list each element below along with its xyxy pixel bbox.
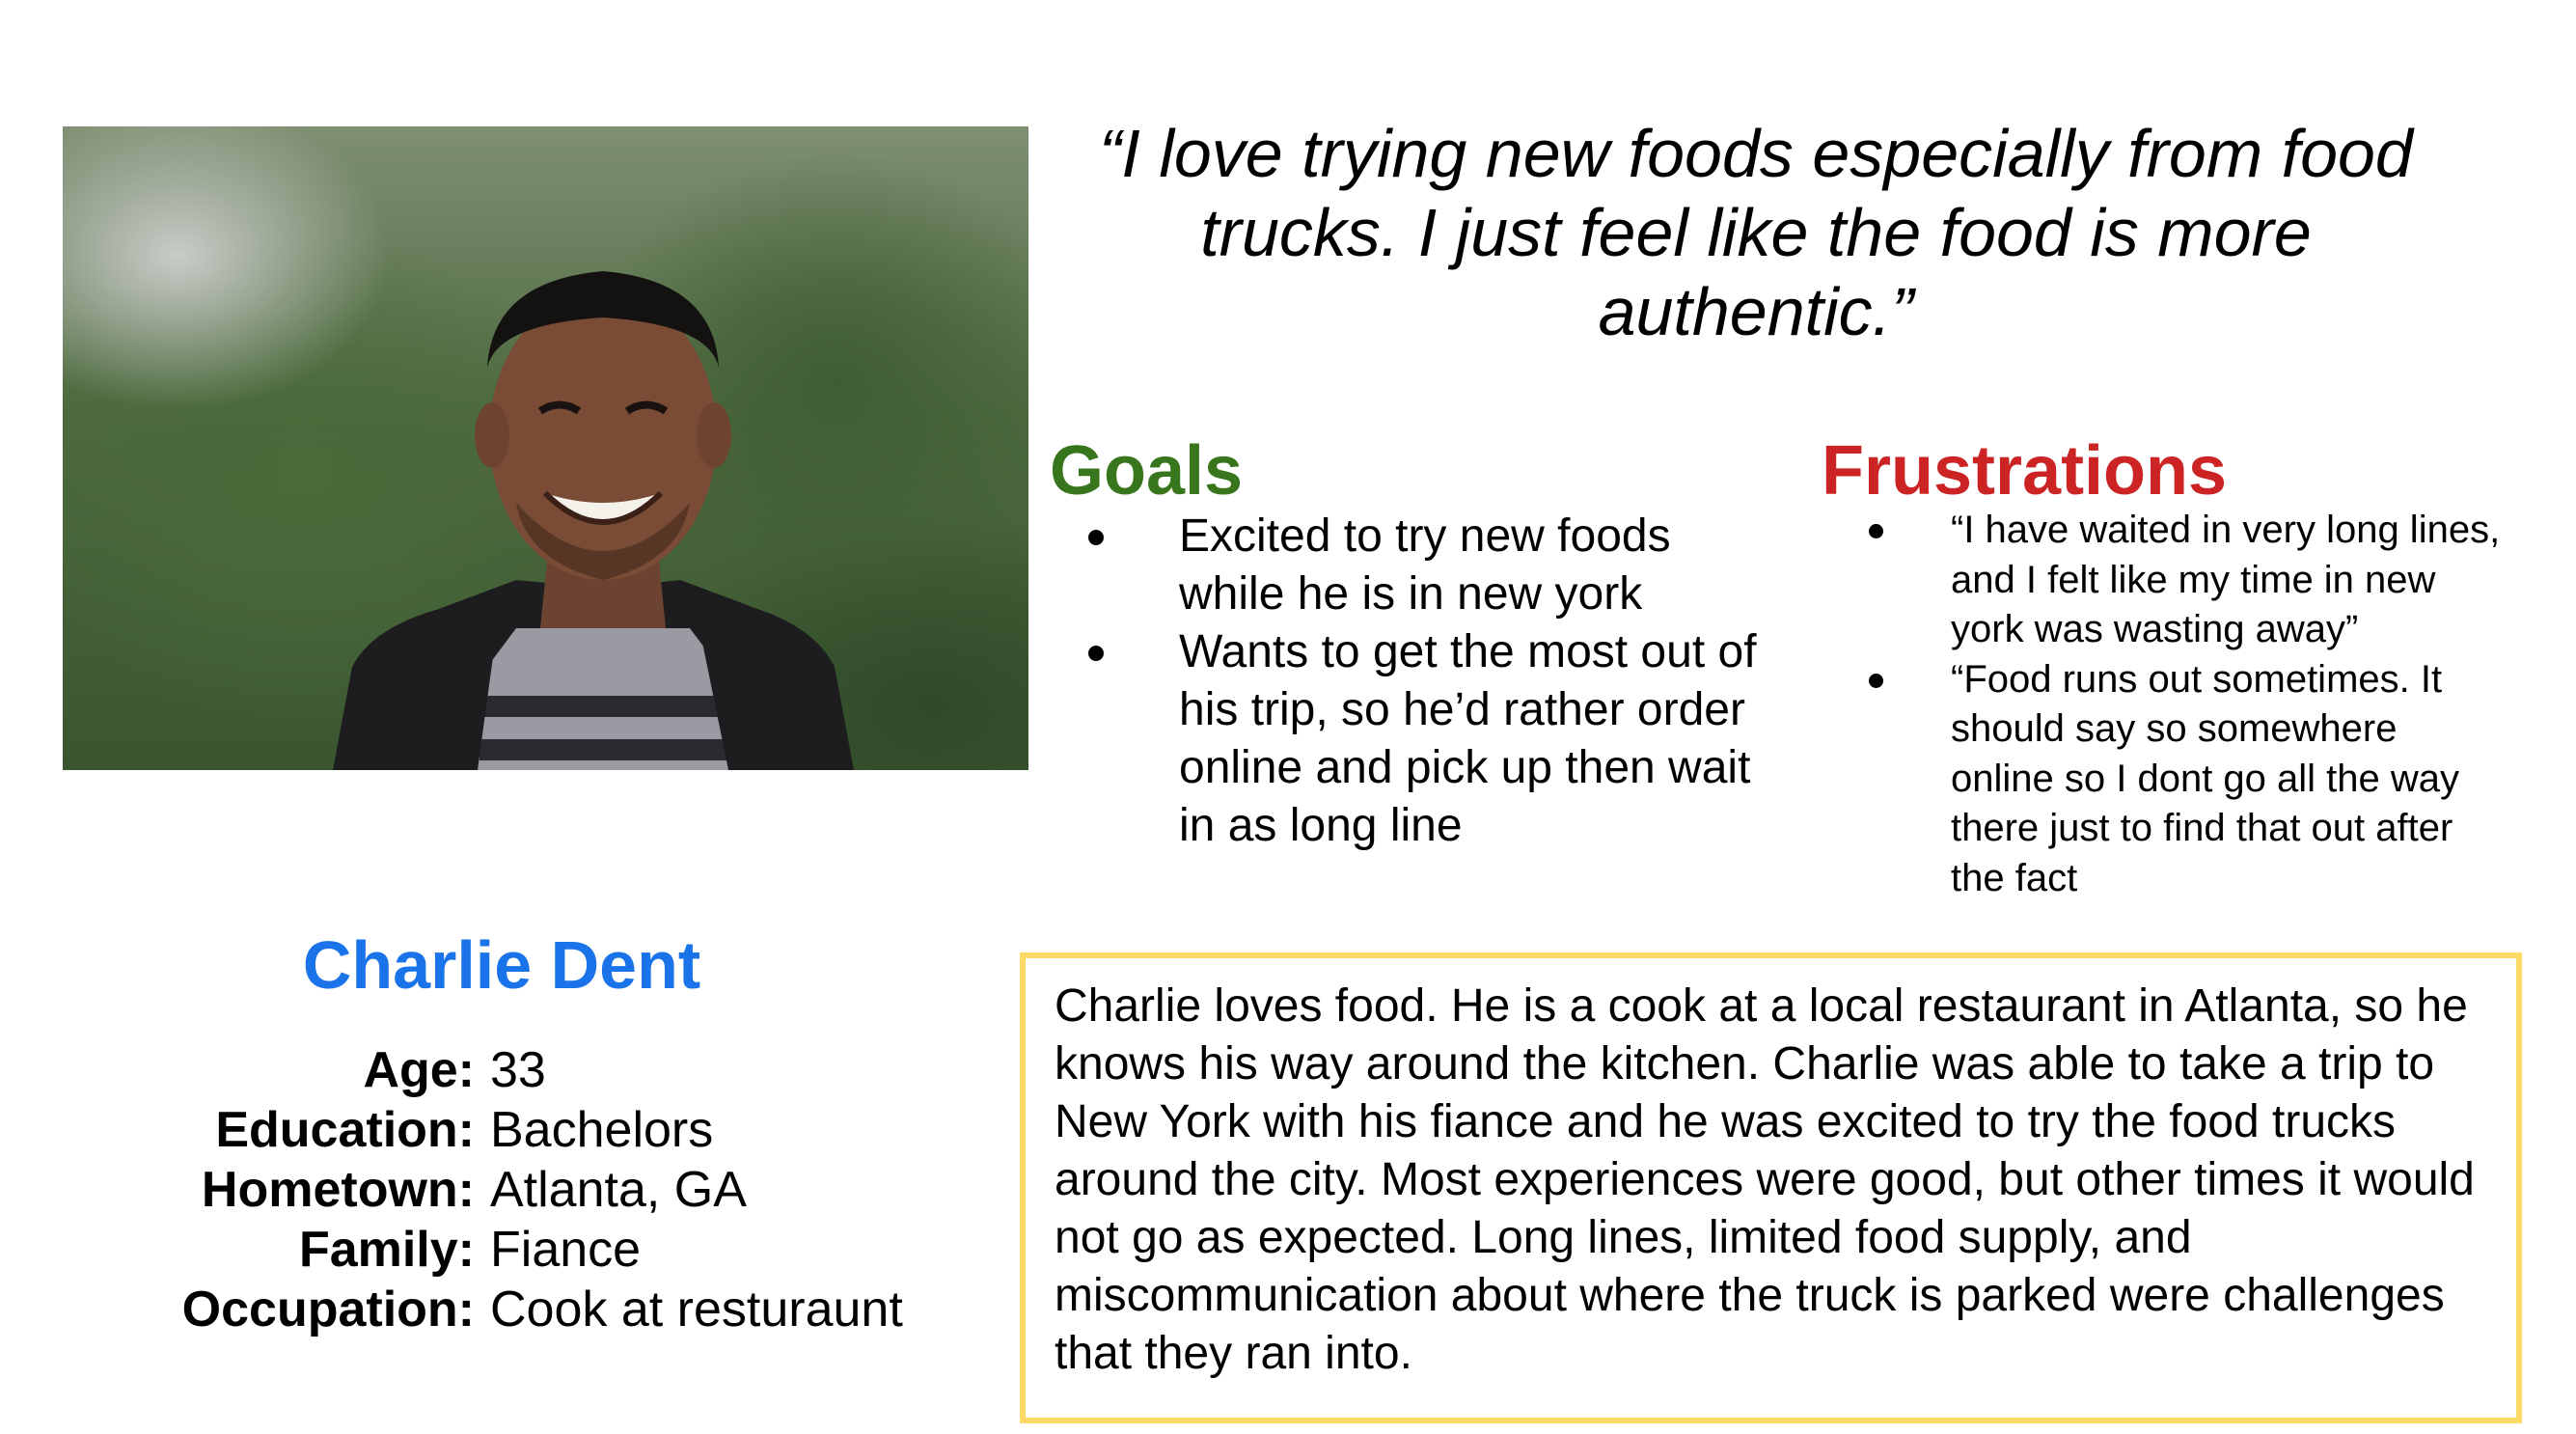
attribute-label: Education: bbox=[215, 1102, 475, 1158]
attribute-label: Family: bbox=[298, 1222, 475, 1278]
attribute-label: Occupation: bbox=[181, 1282, 475, 1337]
attribute-label: Hometown: bbox=[201, 1162, 475, 1218]
attribute-label: Age: bbox=[363, 1042, 475, 1098]
persona-name: Charlie Dent bbox=[302, 927, 701, 1003]
goals-list: Excited to try new foods while he is in … bbox=[1088, 508, 1758, 855]
frustration-item: “I have waited in very long lines, and I… bbox=[1869, 506, 2510, 655]
attribute-row-hometown: Hometown: Atlanta, GA bbox=[0, 1160, 1061, 1220]
attribute-row-education: Education: Bachelors bbox=[0, 1100, 1061, 1160]
attribute-row-family: Family: Fiance bbox=[0, 1220, 1061, 1280]
frustration-item: “Food runs out sometimes. It should say … bbox=[1869, 655, 2510, 904]
persona-attributes: Age: 33 Education: Bachelors Hometown: A… bbox=[0, 1040, 1061, 1339]
attribute-value: Atlanta, GA bbox=[490, 1162, 747, 1218]
persona-photo bbox=[63, 126, 1028, 770]
persona-quote: “I love trying new foods especially from… bbox=[1099, 116, 2413, 349]
attribute-value: Cook at resturaunt bbox=[490, 1282, 903, 1337]
attribute-value: Bachelors bbox=[490, 1102, 714, 1158]
attribute-value: Fiance bbox=[490, 1222, 642, 1278]
goals-heading: Goals bbox=[1050, 432, 1244, 510]
frustrations-heading: Frustrations bbox=[1822, 432, 2228, 510]
attribute-row-occupation: Occupation: Cook at resturaunt bbox=[0, 1280, 1061, 1339]
attribute-row-age: Age: 33 bbox=[0, 1040, 1061, 1100]
frustrations-list: “I have waited in very long lines, and I… bbox=[1869, 506, 2510, 904]
goal-item: Excited to try new foods while he is in … bbox=[1088, 508, 1758, 623]
goal-item: Wants to get the most out of his trip, s… bbox=[1088, 623, 1758, 855]
attribute-value: 33 bbox=[490, 1042, 546, 1098]
persona-bio-box: Charlie loves food. He is a cook at a lo… bbox=[1020, 952, 2522, 1423]
